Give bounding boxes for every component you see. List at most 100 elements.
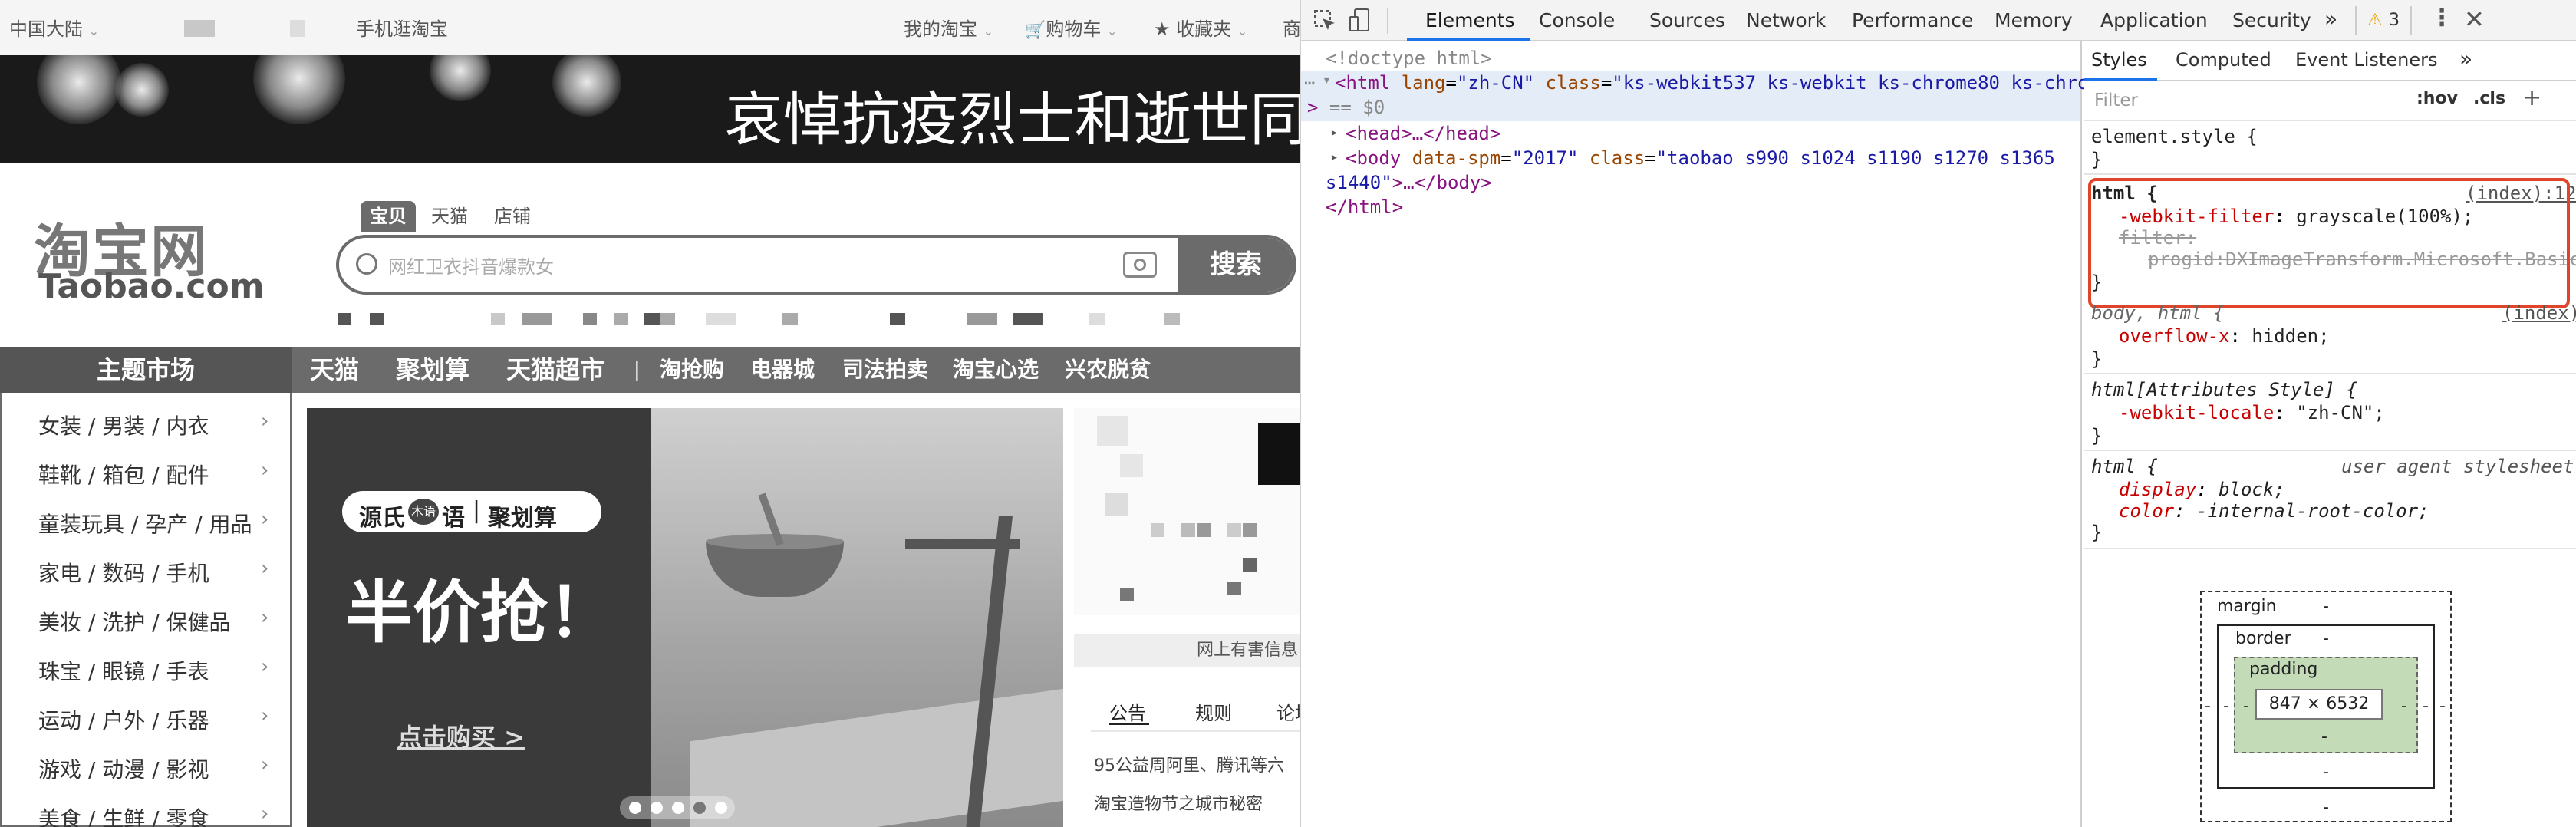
more-tabs-button[interactable]: » — [2324, 6, 2337, 31]
taobao-logo-en[interactable]: Taobao.com — [38, 267, 265, 306]
box-model-margin[interactable]: margin - border - padding - 847 × 6532 -… — [2200, 591, 2452, 822]
more-link[interactable]: 商 — [1283, 14, 1300, 41]
tab-rules[interactable]: 规则 — [1195, 698, 1232, 725]
nav-tmall-supermarket[interactable]: 天猫超市 — [506, 347, 604, 393]
nav-taoqianggou[interactable]: 淘抢购 — [660, 347, 724, 393]
carousel-dot[interactable] — [693, 802, 706, 814]
nav-judicial-auction[interactable]: 司法拍卖 — [842, 347, 928, 393]
tab-network[interactable]: Network — [1746, 9, 1826, 31]
prop-webkit-locale[interactable]: -webkit-locale: "zh-CN"; — [2119, 402, 2385, 423]
element-style-rule[interactable]: element.style { — [2091, 126, 2258, 147]
kebab-menu-icon[interactable]: ⋮ — [2430, 5, 2453, 31]
expand-triangle-open[interactable]: ▾ — [1323, 72, 1331, 88]
styles-divider — [2084, 120, 2576, 121]
box-model-border[interactable]: border - padding - 847 × 6532 - - - - - — [2217, 624, 2435, 789]
styles-filter: Filter — [2090, 87, 2400, 115]
cls-toggle[interactable]: .cls — [2473, 89, 2505, 108]
body-node[interactable]: <body data-spm="2017" class="taobao s990… — [1346, 147, 2055, 169]
cart-link[interactable]: 🛒购物车 ⌄ — [1025, 14, 1117, 41]
category-item[interactable]: 童装玩具 / 孕产 / 用品 — [38, 508, 252, 539]
harmful-info-report[interactable]: 网上有害信息 — [1074, 634, 1300, 667]
rule-selector[interactable]: body, html { — [2091, 302, 2224, 324]
search-input[interactable]: 网红卫衣抖音爆款女 — [388, 252, 554, 278]
highlight-annotation-box — [2088, 178, 2570, 308]
tab-memory[interactable]: Memory — [1995, 9, 2073, 31]
category-item[interactable]: 鞋靴 / 箱包 / 配件 — [38, 459, 209, 489]
body-node-cont[interactable]: s1440">…</body> — [1326, 172, 1492, 193]
rule-selector[interactable]: html { — [2091, 456, 2158, 477]
region-selector[interactable]: 中国大陆 ⌄ — [9, 14, 99, 41]
warning-count[interactable]: 3 — [2389, 11, 2400, 30]
device-toolbar-icon[interactable] — [1349, 8, 1372, 34]
news-item[interactable]: 95公益周阿里、腾讯等六 — [1094, 752, 1284, 776]
box-model-padding[interactable]: padding - 847 × 6532 - - — [2234, 657, 2418, 753]
tab-computed[interactable]: Computed — [2176, 49, 2271, 71]
carousel-dot[interactable] — [651, 802, 663, 814]
tab-elements[interactable]: Elements — [1425, 9, 1515, 31]
search-button[interactable]: 搜索 — [1178, 238, 1293, 292]
tab-security[interactable]: Security — [2232, 9, 2311, 31]
expand-triangle[interactable]: ▸ — [1330, 124, 1339, 140]
carousel-dot[interactable] — [629, 802, 641, 814]
head-node[interactable]: <head>…</head> — [1346, 123, 1500, 144]
favorites-link[interactable]: ★ 收藏夹 ⌄ — [1154, 14, 1247, 41]
styles-filter-input[interactable]: Filter — [2094, 91, 2138, 110]
search-tab-shop[interactable]: 店铺 — [482, 201, 543, 232]
promo-carousel[interactable]: 源氏 木语 语 | 聚划算 半价抢！ 点击购买 > — [307, 408, 1063, 827]
my-taobao-link[interactable]: 我的淘宝 ⌄ — [904, 14, 993, 41]
mobile-taobao-link[interactable]: 手机逛淘宝 — [356, 14, 448, 41]
tab-console[interactable]: Console — [1539, 9, 1615, 31]
hov-toggle[interactable]: :hov — [2416, 89, 2458, 108]
nav-appliance[interactable]: 电器城 — [750, 347, 815, 393]
camera-icon[interactable] — [1123, 252, 1157, 278]
new-rule-button[interactable]: + — [2522, 84, 2541, 111]
nav-tmall[interactable]: 天猫 — [310, 347, 359, 393]
promo-partner: 聚划算 — [488, 505, 557, 532]
category-item[interactable]: 家电 / 数码 / 手机 — [38, 557, 209, 588]
tab-application[interactable]: Application — [2100, 9, 2208, 31]
mourning-banner[interactable]: 哀悼抗疫烈士和逝世同 — [0, 55, 1300, 163]
category-item[interactable]: 美食 / 生鲜 / 零食 — [38, 802, 209, 827]
search-tab-tmall[interactable]: 天猫 — [422, 201, 477, 232]
theme-market[interactable]: 主题市场 — [0, 347, 292, 393]
prop-overflow-x[interactable]: overflow-x: hidden; — [2119, 325, 2330, 347]
category-item[interactable]: 游戏 / 动漫 / 影视 — [38, 753, 209, 784]
nav-juhuasuan[interactable]: 聚划算 — [396, 347, 469, 393]
html-node-cont[interactable]: > == $0 — [1307, 97, 1385, 118]
tab-announcement[interactable]: 公告 — [1109, 698, 1146, 725]
rule-close: } — [2091, 522, 2103, 543]
news-item[interactable]: 淘宝造物节之城市秘密 — [1094, 790, 1263, 815]
more-subtabs-icon[interactable]: » — [2459, 46, 2472, 71]
promo-cta[interactable]: 点击购买 > — [397, 718, 525, 753]
user-panel-blur — [1074, 408, 1300, 615]
taobao-page: 中国大陆 ⌄ 手机逛淘宝 我的淘宝 ⌄ 🛒购物车 ⌄ ★ 收藏夹 ⌄ 商 哀悼抗… — [0, 0, 1300, 827]
tab-event-listeners[interactable]: Event Listeners — [2295, 49, 2437, 71]
tab-styles[interactable]: Styles — [2091, 49, 2147, 71]
warning-icon[interactable]: ⚠ — [2367, 11, 2383, 30]
inspect-element-icon[interactable] — [1313, 9, 1336, 32]
html-node[interactable]: <html lang="zh-CN" class="ks-webkit537 k… — [1335, 72, 2122, 94]
prop-color[interactable]: color: -internal-root-color; — [2119, 500, 2429, 522]
doctype-node[interactable]: <!doctype html> — [1326, 48, 1492, 69]
search-tab-item[interactable]: 宝贝 — [361, 201, 416, 232]
category-item[interactable]: 运动 / 户外 / 乐器 — [38, 704, 209, 735]
box-model-content[interactable]: 847 × 6532 — [2255, 689, 2383, 720]
close-icon[interactable]: ✕ — [2464, 5, 2485, 34]
html-close-node[interactable]: </html> — [1326, 196, 1403, 218]
carousel-dot[interactable] — [672, 802, 684, 814]
prop-display[interactable]: display: block; — [2119, 479, 2285, 500]
styles-divider — [2084, 450, 2576, 451]
expand-triangle[interactable]: ▸ — [1330, 149, 1339, 165]
nav-poverty-relief[interactable]: 兴农脱贫 — [1065, 347, 1151, 393]
tab-sources[interactable]: Sources — [1649, 9, 1725, 31]
rule-selector[interactable]: html[Attributes Style] { — [2091, 379, 2357, 400]
nav-taobao-select[interactable]: 淘宝心选 — [953, 347, 1039, 393]
chevron-right-icon: › — [261, 508, 269, 531]
category-item[interactable]: 女装 / 男装 / 内衣 — [38, 410, 209, 440]
tab-performance[interactable]: Performance — [1852, 9, 1973, 31]
rule-source-link[interactable]: (index):29 — [2502, 302, 2576, 324]
tab-forum[interactable]: 论坛 — [1276, 698, 1300, 725]
category-item[interactable]: 珠宝 / 眼镜 / 手表 — [38, 655, 209, 686]
carousel-dot[interactable] — [715, 802, 727, 814]
category-item[interactable]: 美妆 / 洗护 / 保健品 — [38, 606, 230, 637]
